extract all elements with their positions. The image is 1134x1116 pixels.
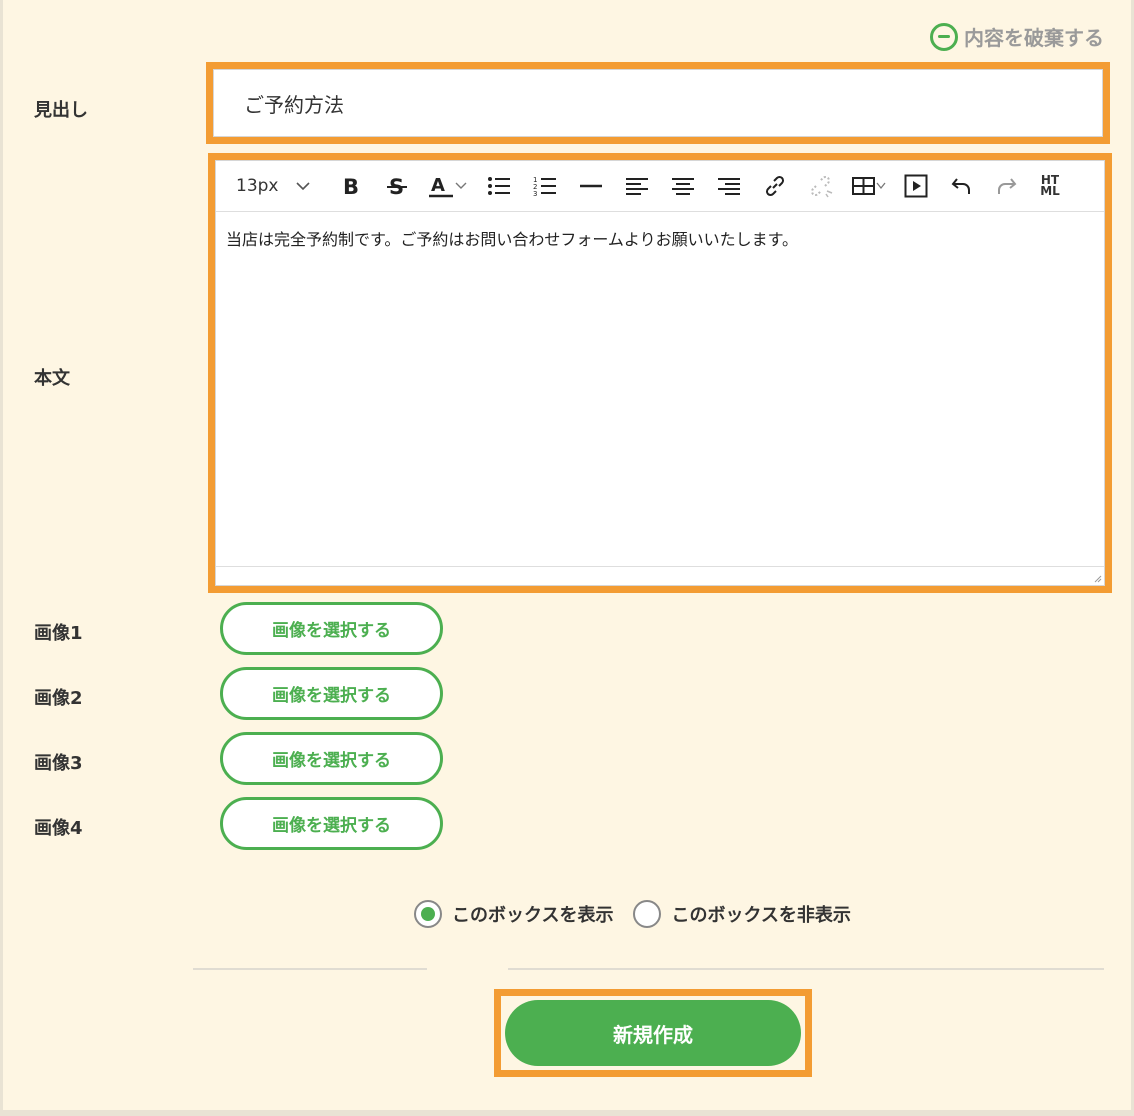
unlink-icon — [810, 175, 833, 198]
svg-text:A: A — [431, 175, 445, 196]
editor-highlight-frame: 13px B S A 123 — [208, 153, 1112, 593]
font-color-button[interactable]: A — [420, 166, 476, 206]
visibility-radio-group: このボックスを表示 このボックスを非表示 — [414, 900, 851, 928]
unlink-button[interactable] — [798, 166, 844, 206]
bullet-list-button[interactable] — [476, 166, 522, 206]
font-size-value: 13px — [236, 176, 279, 196]
table-button[interactable] — [844, 166, 894, 206]
image3-label: 画像3 — [34, 753, 83, 774]
select-image1-button[interactable]: 画像を選択する — [220, 602, 443, 655]
radio-unselected-icon — [633, 900, 662, 928]
html-icon-bottom: ML — [1040, 184, 1060, 198]
bold-icon: B — [343, 175, 359, 197]
discard-content-button[interactable]: 内容を破棄する — [930, 22, 1104, 51]
editor-content-area[interactable]: 当店は完全予約制です。ご予約はお問い合わせフォームよりお願いいたします。 — [216, 212, 1104, 545]
resize-handle-icon[interactable] — [1092, 573, 1102, 583]
editor-status-bar — [216, 566, 1104, 585]
font-color-icon: A — [429, 175, 453, 198]
horizontal-rule-icon — [580, 184, 602, 188]
divider-left — [193, 968, 427, 970]
chevron-down-icon — [296, 182, 311, 191]
select-image3-button[interactable]: 画像を選択する — [220, 732, 443, 785]
rich-text-editor: 13px B S A 123 — [215, 160, 1105, 586]
align-right-icon — [718, 178, 740, 195]
heading-label: 見出し — [34, 100, 88, 121]
svg-text:3: 3 — [533, 190, 537, 197]
body-label: 本文 — [34, 368, 70, 389]
create-highlight-frame: 新規作成 — [494, 989, 812, 1077]
hide-box-radio[interactable]: このボックスを非表示 — [633, 900, 851, 928]
show-box-radio[interactable]: このボックスを表示 — [414, 900, 613, 928]
strikethrough-button[interactable]: S — [374, 166, 420, 206]
align-center-icon — [672, 178, 694, 195]
frame-left-edge — [0, 0, 3, 1116]
minus-circle-icon — [930, 22, 958, 51]
link-icon — [765, 175, 785, 197]
hide-box-label: このボックスを非表示 — [671, 905, 851, 926]
redo-button[interactable] — [984, 166, 1030, 206]
bullet-list-icon — [488, 177, 510, 195]
select-image4-button[interactable]: 画像を選択する — [220, 797, 443, 850]
horizontal-rule-button[interactable] — [568, 166, 614, 206]
align-center-button[interactable] — [660, 166, 706, 206]
video-button[interactable] — [894, 166, 938, 206]
strikethrough-icon: S — [387, 175, 407, 197]
numbered-list-button[interactable]: 123 — [522, 166, 568, 206]
heading-highlight-frame: ご予約方法 — [206, 62, 1110, 144]
numbered-list-icon: 123 — [533, 176, 556, 197]
font-size-select[interactable]: 13px — [230, 166, 328, 206]
undo-icon — [951, 178, 970, 194]
image1-label: 画像1 — [34, 623, 83, 644]
divider-right — [508, 968, 1104, 970]
align-left-icon — [626, 178, 648, 195]
redo-icon — [998, 178, 1017, 194]
frame-bottom-edge — [0, 1110, 1134, 1116]
svg-text:B: B — [343, 175, 359, 197]
link-button[interactable] — [752, 166, 798, 206]
image4-label: 画像4 — [34, 818, 83, 839]
image2-label: 画像2 — [34, 688, 83, 709]
editor-toolbar: 13px B S A 123 — [216, 161, 1104, 212]
heading-input[interactable]: ご予約方法 — [213, 69, 1103, 137]
align-right-button[interactable] — [706, 166, 752, 206]
html-source-button[interactable]: HT ML — [1030, 166, 1070, 206]
select-image2-button[interactable]: 画像を選択する — [220, 667, 443, 720]
discard-label: 内容を破棄する — [964, 26, 1104, 50]
show-box-label: このボックスを表示 — [452, 905, 614, 926]
align-left-button[interactable] — [614, 166, 660, 206]
undo-button[interactable] — [938, 166, 984, 206]
create-new-button[interactable]: 新規作成 — [505, 1000, 801, 1066]
video-icon — [904, 174, 928, 198]
table-icon — [852, 177, 875, 195]
chevron-down-icon — [876, 182, 886, 190]
radio-selected-icon — [414, 900, 442, 928]
bold-button[interactable]: B — [328, 166, 374, 206]
chevron-down-icon — [455, 182, 467, 189]
